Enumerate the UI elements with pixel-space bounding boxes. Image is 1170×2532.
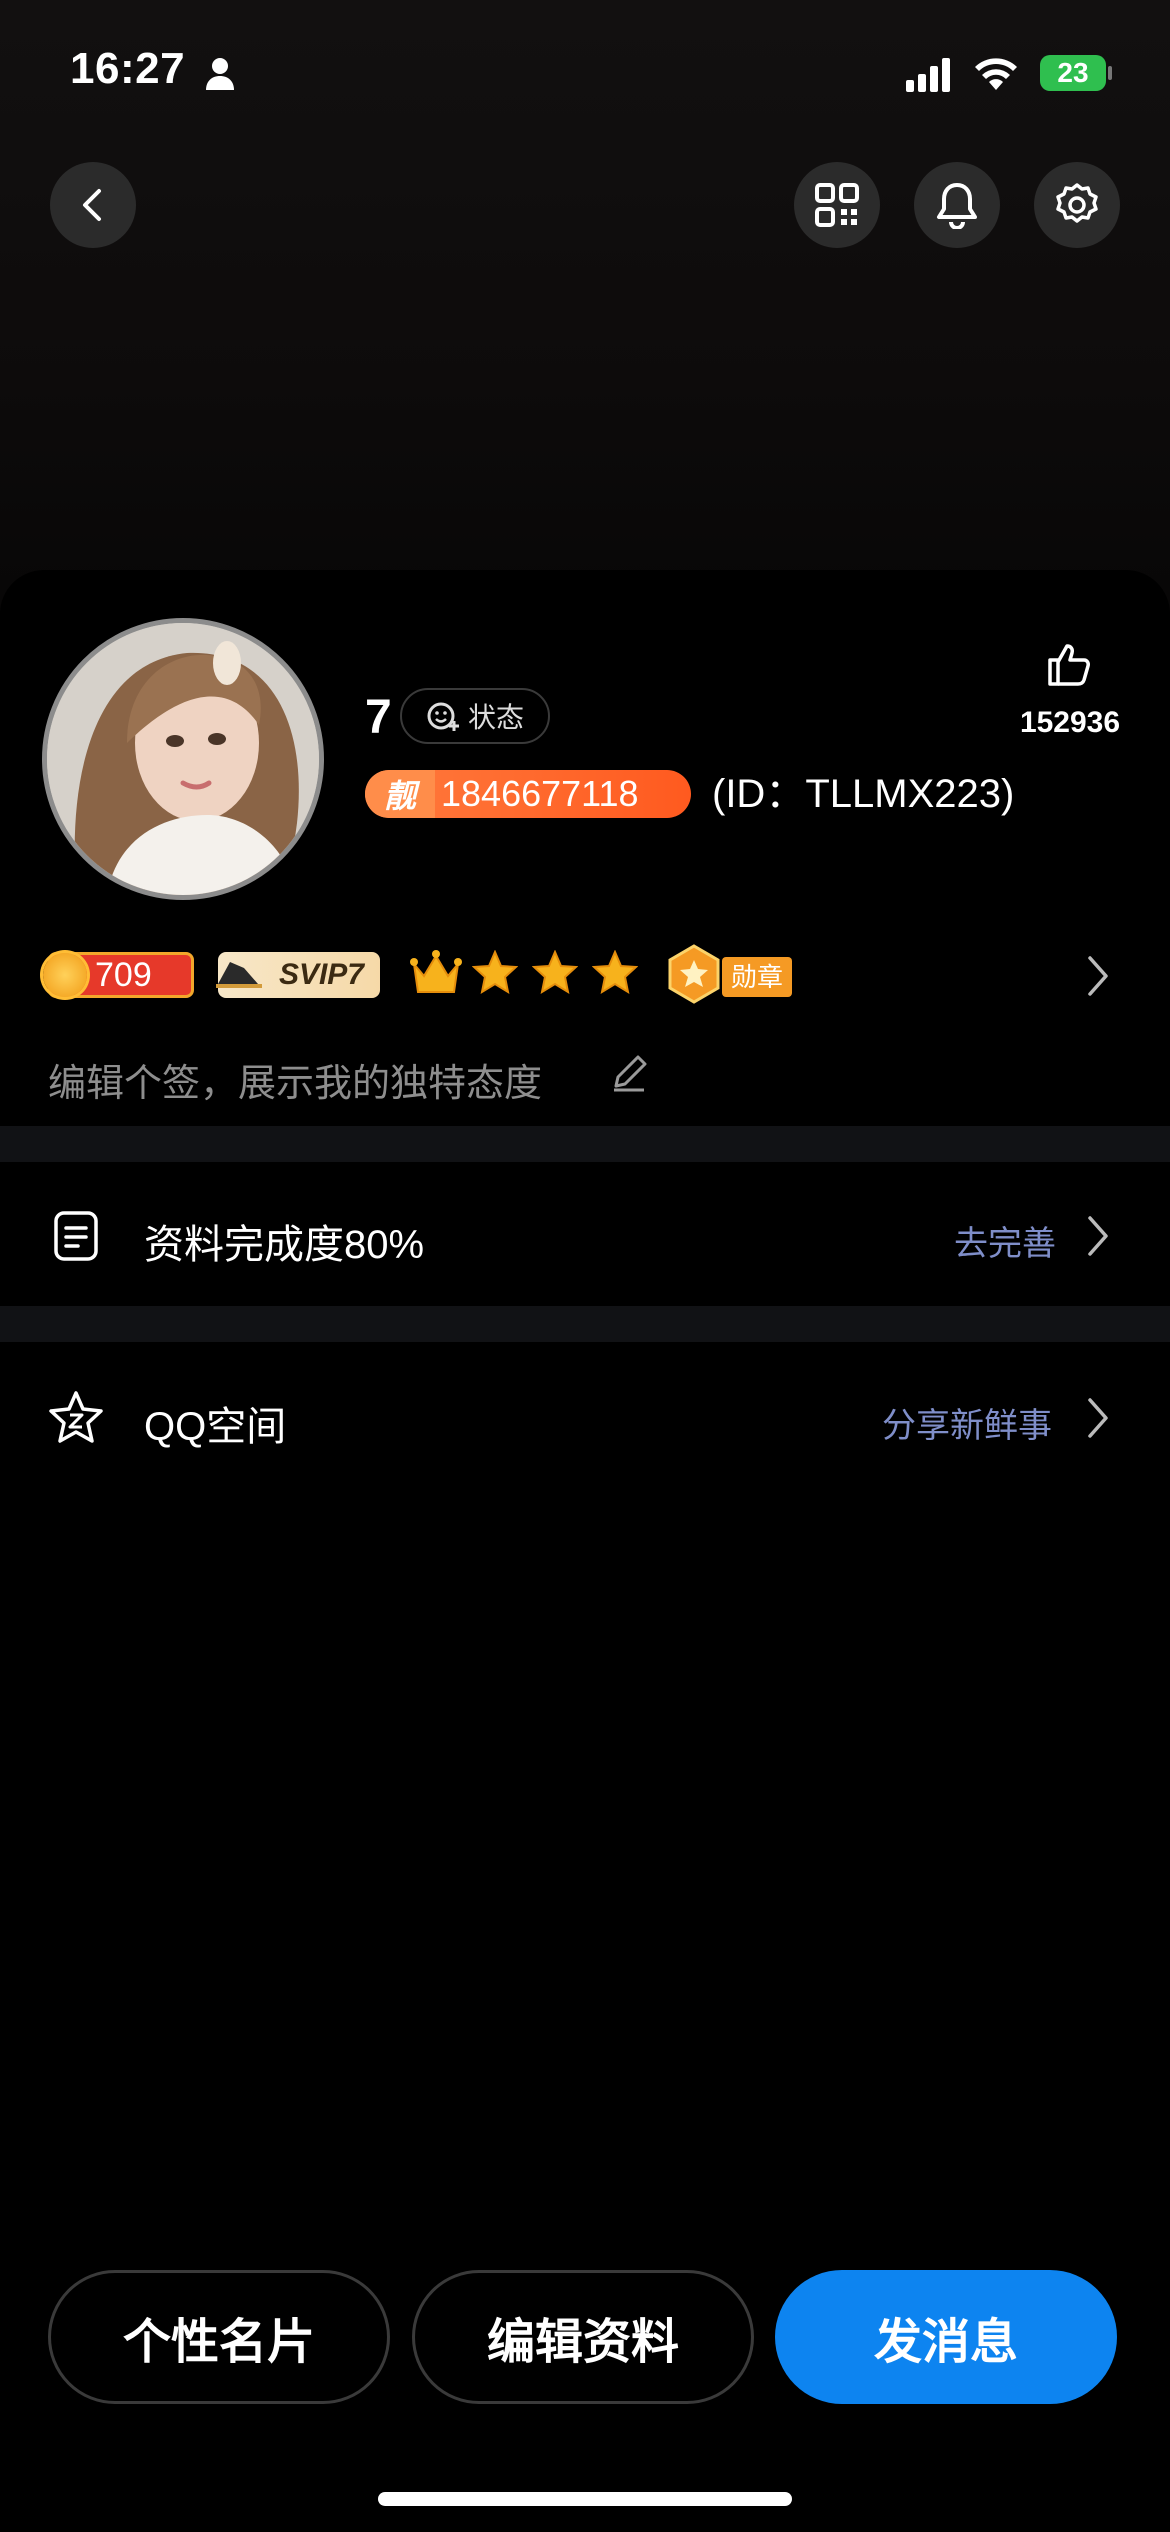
profile-completion-row[interactable]: 资料完成度80% 去完善 [0,1164,1170,1304]
star-icon[interactable] [472,950,518,996]
battery-level: 23 [1040,55,1106,91]
qzone-label: QQ空间 [144,1405,287,1449]
share-news-link[interactable]: 分享新鲜事 [882,1398,1052,1447]
section-divider [0,1126,1170,1162]
smiley-plus-icon [427,702,459,731]
status-label: 状态 [467,702,524,733]
qr-code-icon [815,183,859,227]
notifications-button[interactable] [914,162,1000,248]
qq-number: 1846677118 [441,773,639,814]
person-icon [206,58,234,90]
like-button[interactable]: 152936 [1000,640,1140,750]
star-icon[interactable] [592,950,638,996]
qr-code-button[interactable] [794,162,880,248]
back-button[interactable] [50,162,136,248]
chevron-right-icon[interactable] [1084,954,1112,998]
home-indicator[interactable] [378,2492,792,2506]
pretty-number-tag: 靓 [365,770,435,818]
crown-icon[interactable] [410,948,462,998]
signature-text: 编辑个签，展示我的独特态度 [48,1063,543,1105]
chevron-left-icon [83,189,101,221]
chevron-right-icon [1088,1216,1108,1256]
medal-icon [668,944,720,1004]
gear-icon [1056,183,1098,223]
complete-profile-link[interactable]: 去完善 [954,1216,1056,1265]
status-time: 16:27 [70,44,186,93]
svip-badge[interactable]: SVIP7 [216,952,380,998]
svip-hat-icon [216,962,262,988]
signature-prompt[interactable]: 编辑个签，展示我的独特态度 [48,1052,542,1107]
star-icon[interactable] [532,950,578,996]
thumbs-up-icon [1048,644,1090,686]
medal-badge[interactable]: 勋章 [722,957,792,997]
nickname: 7 [365,691,392,744]
battery-nub [1108,66,1112,80]
coin-value: 709 [95,955,152,994]
wifi-icon [975,58,1017,90]
document-icon [54,1211,98,1261]
avatar[interactable] [42,618,324,900]
coin-badge[interactable]: 709 [43,952,194,998]
qzone-row[interactable]: QQ空间 分享新鲜事 [0,1344,1170,1484]
status-chip[interactable]: 状态 [400,688,550,744]
like-count: 152936 [1019,706,1121,739]
bell-icon [937,183,977,229]
coin-icon [43,953,87,997]
settings-button[interactable] [1034,162,1120,248]
avatar-image [47,623,319,895]
pencil-icon[interactable] [608,1052,650,1094]
section-divider [0,1306,1170,1342]
qq-number-chip[interactable]: 靓 1846677118 [365,770,691,818]
qzone-star-icon [49,1391,103,1443]
edit-profile-button[interactable]: 编辑资料 [412,2270,754,2404]
signal-icon [906,58,950,92]
profile-card-button[interactable]: 个性名片 [48,2270,390,2404]
user-id: (ID：TLLMX223) [712,772,1015,816]
chevron-right-icon [1088,1398,1108,1438]
completion-label: 资料完成度80% [144,1223,425,1267]
svip-label: SVIP7 [278,958,364,991]
status-bar: 16:27 23 [0,0,1170,130]
send-message-button[interactable]: 发消息 [775,2270,1117,2404]
